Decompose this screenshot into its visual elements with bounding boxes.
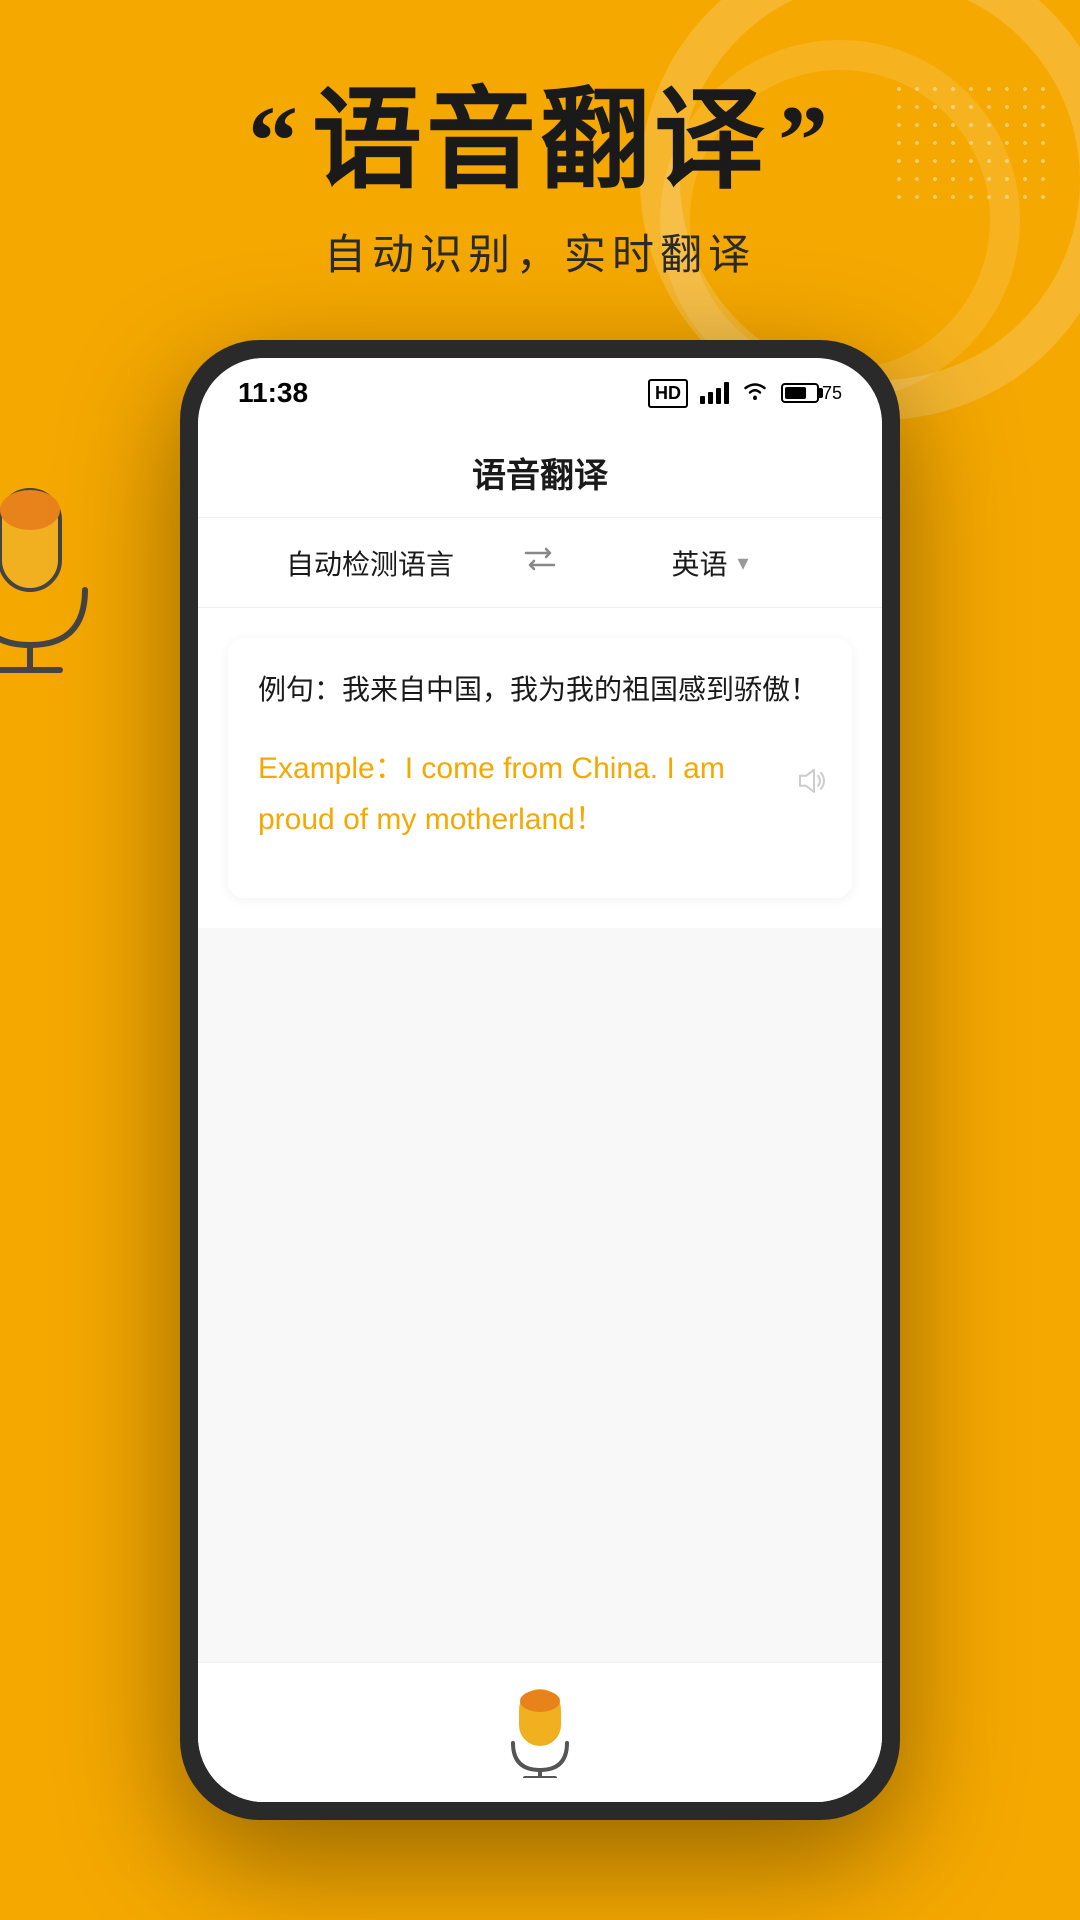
main-content-area — [198, 928, 882, 1662]
status-time: 11:38 — [238, 377, 308, 409]
source-language-text: 自动检测语言 — [286, 543, 454, 583]
phone-screen: 11:38 HD — [198, 358, 882, 1802]
battery-icon: 75 — [781, 383, 842, 404]
speaker-icon[interactable] — [794, 764, 828, 806]
swap-languages-icon[interactable] — [522, 544, 558, 581]
translation-card: 例句：我来自中国，我为我的祖国感到骄傲！ Example：I come from… — [228, 638, 852, 898]
main-title-text: 语音翻译 — [312, 80, 768, 201]
wifi-icon — [741, 379, 769, 408]
signal-icon — [700, 382, 729, 404]
subtitle-text: 自动识别，实时翻译 — [60, 221, 1020, 282]
main-title-row: “ 语音翻译 ” — [60, 80, 1020, 201]
side-mic-decoration — [0, 480, 110, 680]
quote-open-icon: “ — [248, 91, 302, 191]
status-bar: 11:38 HD — [198, 358, 882, 428]
app-title-bar: 语音翻译 — [198, 428, 882, 518]
app-title: 语音翻译 — [472, 448, 608, 497]
translated-text: Example：I come from China. I am proud of… — [258, 743, 822, 845]
hd-badge: HD — [648, 379, 688, 408]
header: “ 语音翻译 ” 自动识别，实时翻译 — [0, 80, 1080, 282]
source-language-selector[interactable]: 自动检测语言 — [238, 543, 502, 583]
phone-outer-frame: 11:38 HD — [180, 340, 900, 1820]
app-content: 语音翻译 自动检测语言 英语 ▾ — [198, 428, 882, 1802]
language-selector[interactable]: 自动检测语言 英语 ▾ — [198, 518, 882, 608]
quote-close-icon: ” — [778, 91, 832, 191]
target-language-text: 英语 — [671, 543, 727, 583]
target-language-selector[interactable]: 英语 ▾ — [578, 543, 842, 583]
chevron-down-icon: ▾ — [737, 550, 748, 576]
source-text: 例句：我来自中国，我为我的祖国感到骄傲！ — [258, 668, 822, 713]
phone-mockup: 11:38 HD — [180, 340, 900, 1820]
mic-record-button[interactable] — [495, 1688, 585, 1778]
status-icons: HD — [648, 379, 842, 408]
bottom-bar — [198, 1662, 882, 1802]
